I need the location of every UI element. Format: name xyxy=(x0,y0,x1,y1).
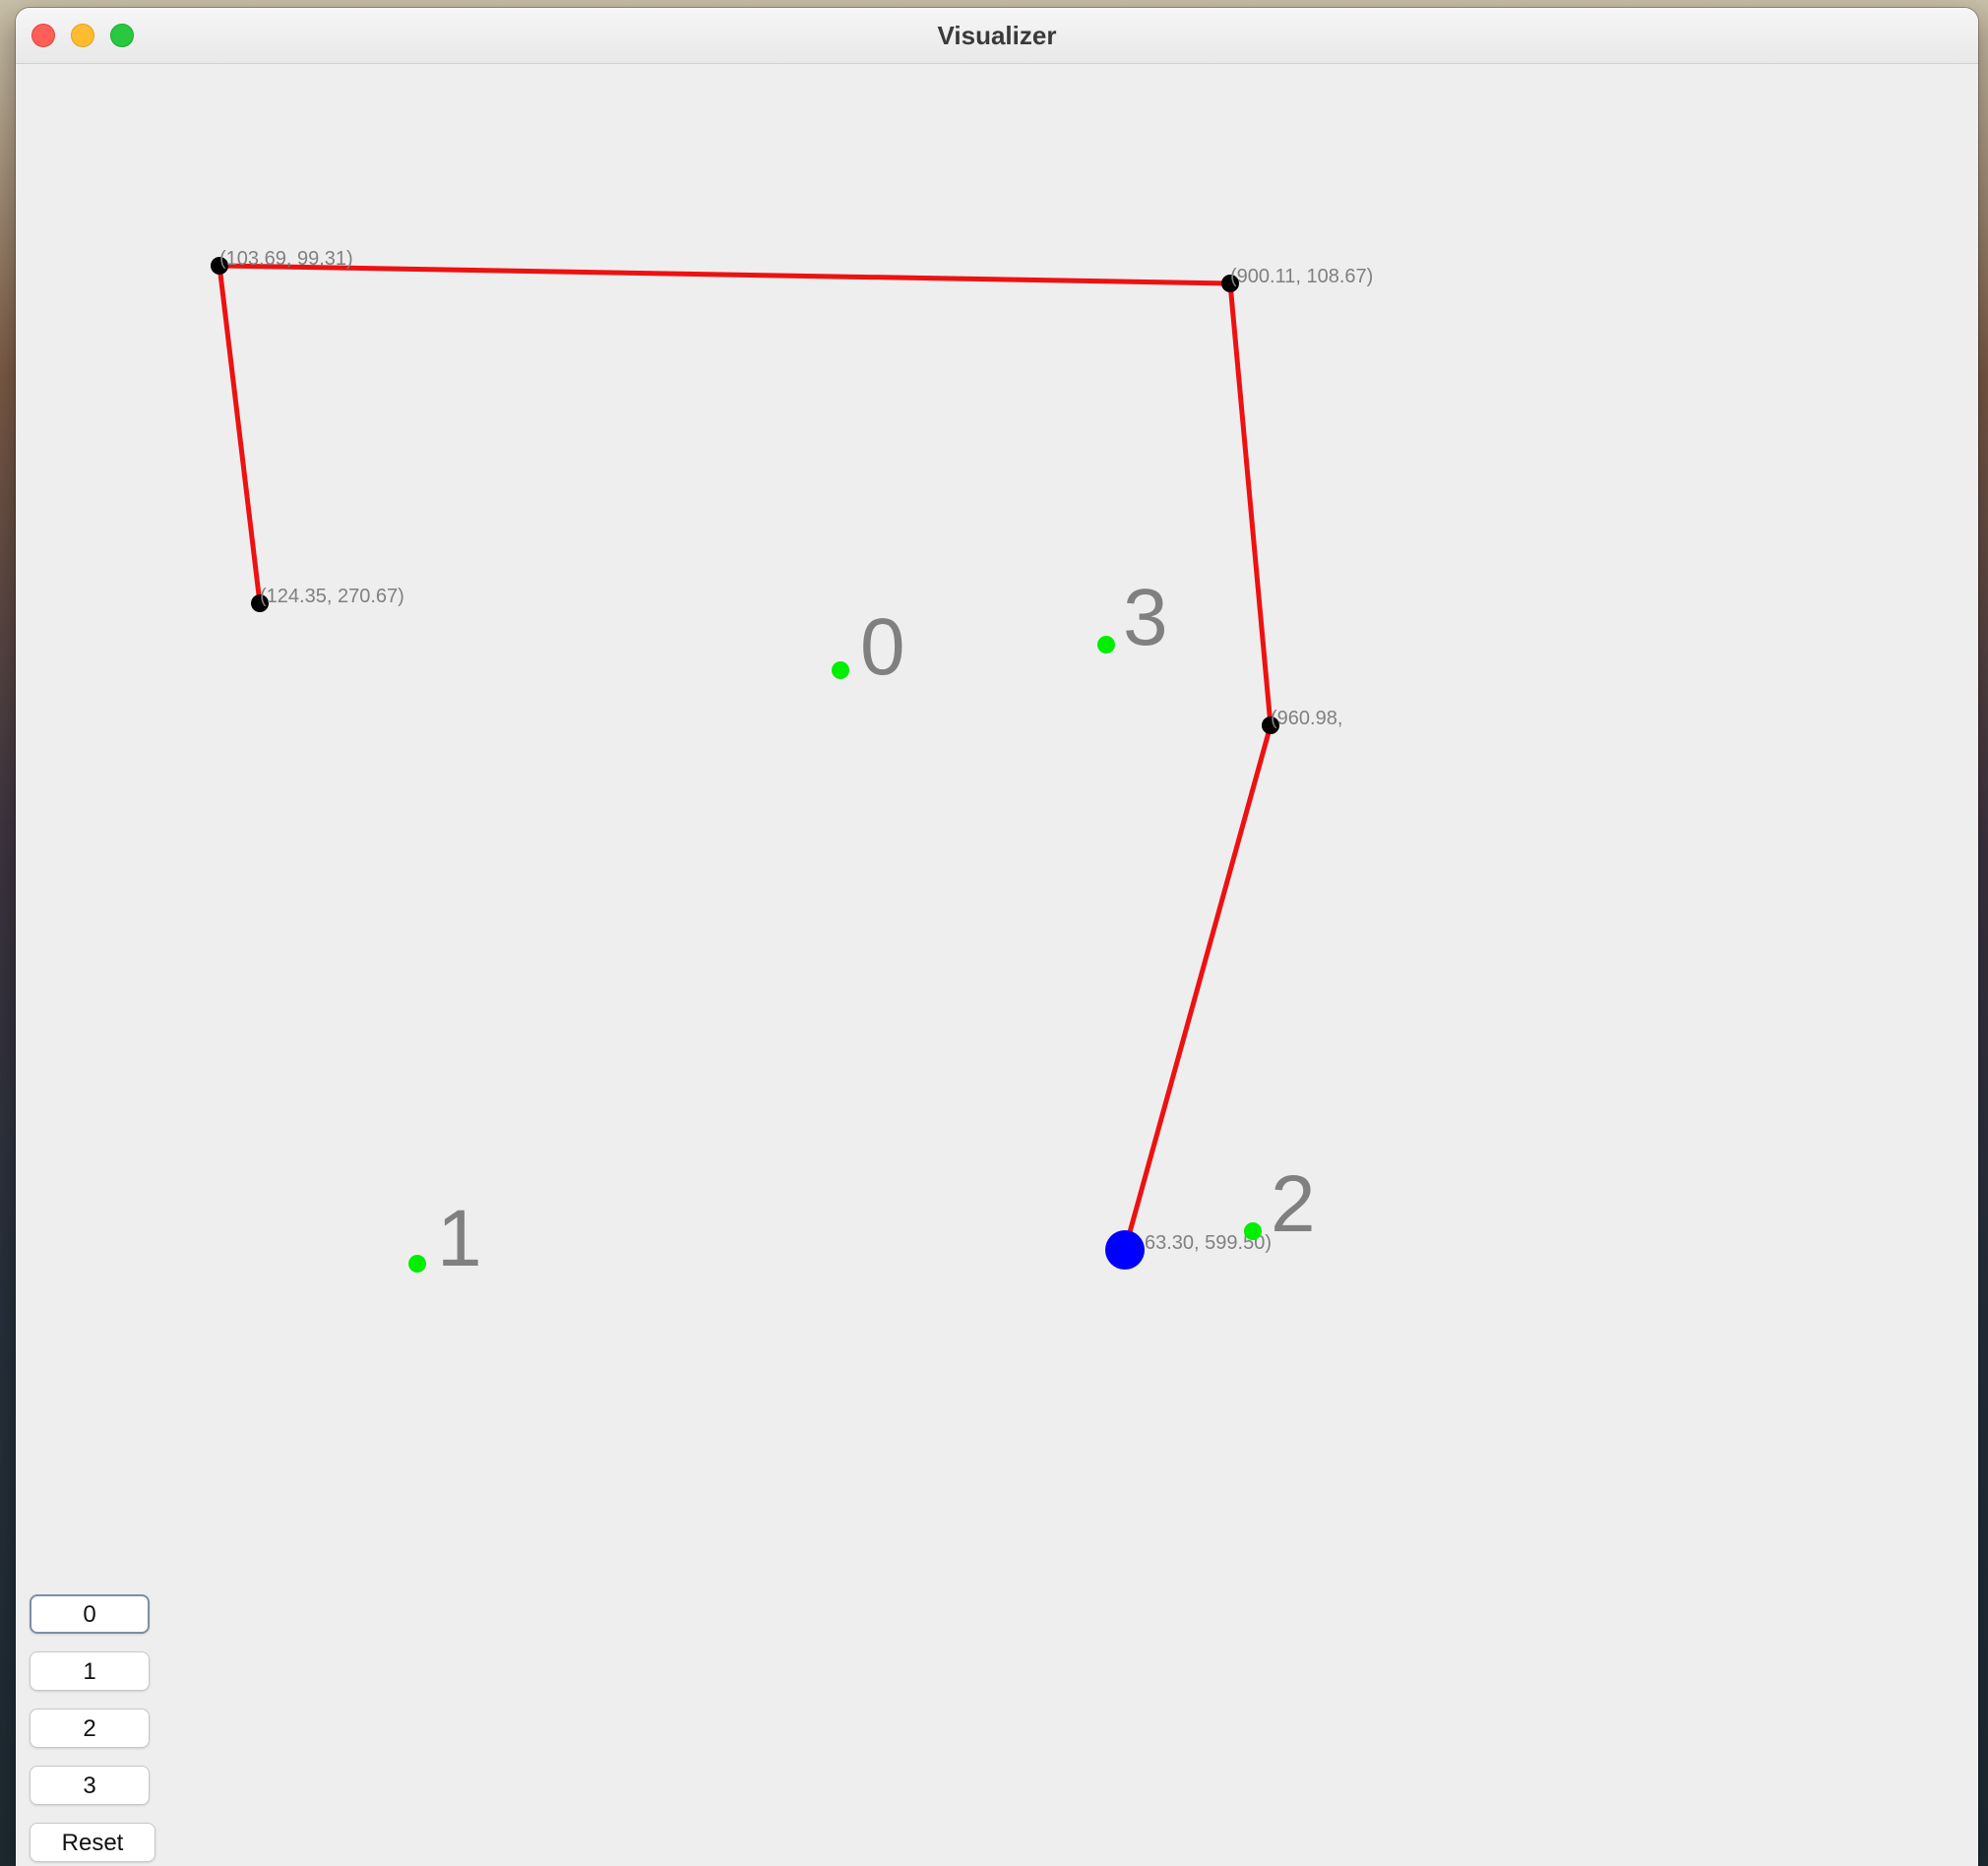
visualizer-canvas[interactable]: (124.35, 270.67) (103.69, 99.31) (900.11, … xyxy=(16,63,1978,1866)
target-label: 0 xyxy=(860,602,905,692)
target-label: 2 xyxy=(1271,1159,1316,1249)
target-2-button[interactable]: 2 xyxy=(30,1709,150,1748)
title-bar: Visualizer xyxy=(16,8,1978,64)
visualizer-window: Visualizer (124.35, 270.67) (103.69, 99.3… xyxy=(16,8,1978,1866)
end-effector[interactable] xyxy=(1105,1230,1145,1270)
joint-coordinate-label: (124.35, 270.67) xyxy=(260,586,404,607)
target-point xyxy=(832,661,849,679)
joint-coordinate-label: (900.11, 108.67) xyxy=(1230,266,1373,287)
target-label: 3 xyxy=(1123,573,1168,662)
scene-svg: (124.35, 270.67) (103.69, 99.31) (900.11, … xyxy=(211,248,1373,1283)
joint-coordinate-label: (960.98, xyxy=(1271,708,1342,729)
path-segment xyxy=(1227,280,1274,728)
path-segment xyxy=(217,263,1233,286)
window-title: Visualizer xyxy=(937,21,1057,50)
target-point xyxy=(1097,636,1115,653)
target-0-button[interactable]: 0 xyxy=(30,1594,150,1634)
target-point xyxy=(408,1255,426,1273)
path-segment xyxy=(217,263,263,606)
path-segment xyxy=(1122,722,1274,1253)
reset-button[interactable]: Reset xyxy=(30,1823,155,1862)
target-label: 1 xyxy=(437,1194,482,1283)
target-1-button[interactable]: 1 xyxy=(30,1651,150,1691)
target-point xyxy=(1244,1222,1262,1240)
target-3-button[interactable]: 3 xyxy=(30,1766,150,1805)
joint-coordinate-label: (103.69, 99.31) xyxy=(219,248,353,270)
